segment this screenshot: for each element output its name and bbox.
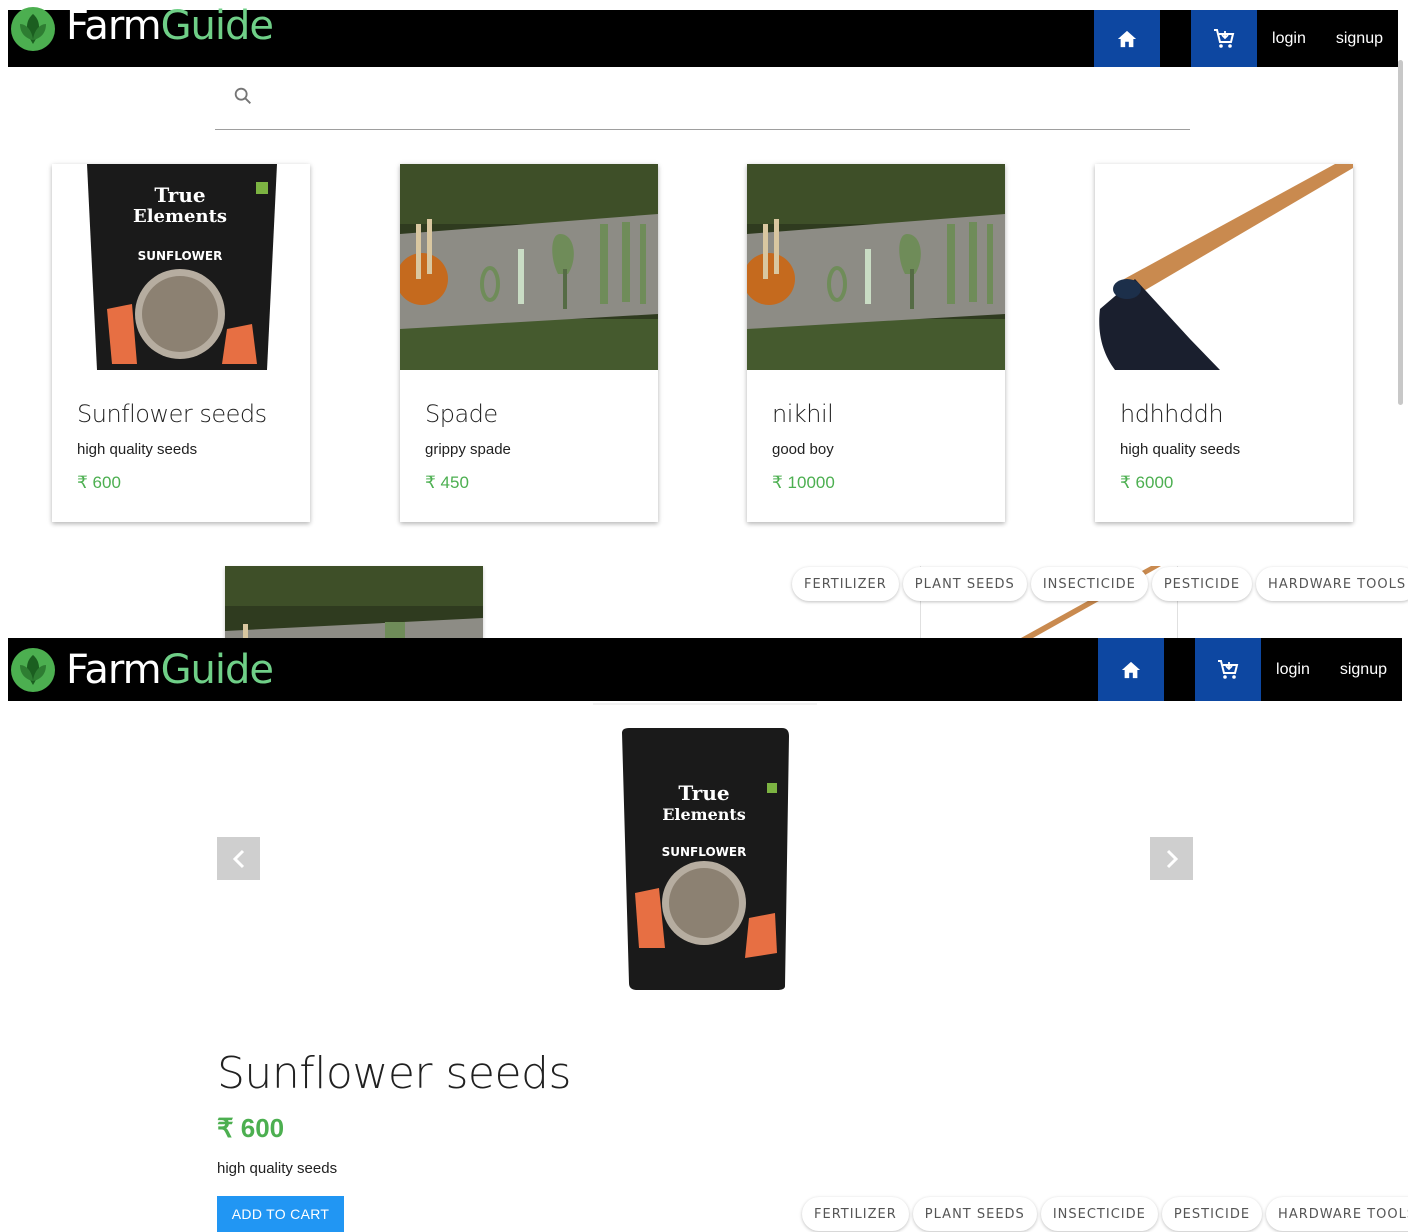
product-card-partial[interactable] xyxy=(225,566,483,638)
search-icon[interactable] xyxy=(232,85,254,107)
product-image[interactable] xyxy=(747,164,1005,370)
chip-insecticide[interactable]: INSECTICIDE xyxy=(1040,1197,1158,1231)
garden-tools-image xyxy=(747,164,1005,370)
search-bar xyxy=(215,80,1190,130)
category-chips: FERTILIZER PLANT SEEDS INSECTICIDE PESTI… xyxy=(802,1197,1408,1231)
nav-right: login signup xyxy=(1098,638,1402,701)
detail-navbar: FarmGuide login signup xyxy=(8,638,1402,701)
nav-right: login signup xyxy=(1094,10,1398,67)
home-button[interactable] xyxy=(1098,638,1165,701)
sunflower-seed-pack-image: True Elements SUNFLOWER xyxy=(52,164,310,370)
product-card[interactable]: hdhhddh high quality seeds ₹ 6000 xyxy=(1095,164,1353,522)
svg-text:SUNFLOWER: SUNFLOWER xyxy=(662,845,747,859)
chip-fertilizer[interactable]: FERTILIZER xyxy=(802,1197,909,1231)
svg-text:True: True xyxy=(678,781,729,805)
garden-tools-image xyxy=(225,566,483,638)
product-description: high quality seeds xyxy=(77,441,198,458)
product-price: ₹ 10000 xyxy=(772,473,835,492)
chip-plant-seeds[interactable]: PLANT SEEDS xyxy=(902,567,1027,601)
product-detail-description: high quality seeds xyxy=(217,1160,338,1177)
chip-hardware-tools[interactable]: HARDWARE TOOLS xyxy=(1256,567,1408,601)
home-button[interactable] xyxy=(1094,10,1161,67)
chip-pesticide[interactable]: PESTICIDE xyxy=(1161,1197,1263,1231)
product-card[interactable]: nikhil good boy ₹ 10000 xyxy=(747,164,1005,522)
product-description: good boy xyxy=(772,441,834,458)
signup-link[interactable]: signup xyxy=(1321,10,1398,67)
brand-name: FarmGuide xyxy=(66,3,274,49)
chip-hardware-tools[interactable]: HARDWARE TOOLS xyxy=(1266,1197,1408,1231)
carousel-indicator xyxy=(593,703,817,705)
product-card[interactable]: True Elements SUNFLOWER Sunflower seeds … xyxy=(52,164,310,522)
top-navbar: FarmGuide login signup xyxy=(8,6,1398,67)
chip-plant-seeds[interactable]: PLANT SEEDS xyxy=(912,1197,1037,1231)
add-to-cart-button[interactable]: ADD TO CART xyxy=(217,1196,344,1232)
svg-text:True: True xyxy=(154,183,205,207)
sunflower-seed-pack-image: True Elements SUNFLOWER xyxy=(622,728,789,990)
brand[interactable]: FarmGuide xyxy=(8,3,274,63)
product-image[interactable] xyxy=(1095,164,1353,370)
image-carousel: True Elements SUNFLOWER xyxy=(217,703,1193,1003)
login-link[interactable]: login xyxy=(1261,638,1325,701)
svg-text:Elements: Elements xyxy=(133,206,227,227)
garden-tools-image xyxy=(400,164,658,370)
product-description: high quality seeds xyxy=(1120,441,1241,458)
chevron-left-icon xyxy=(232,849,244,868)
brand-part-farm: Farm xyxy=(66,646,162,693)
product-detail-price: ₹ 600 xyxy=(217,1113,285,1143)
hoe-tool-image xyxy=(1095,164,1353,370)
chip-fertilizer[interactable]: FERTILIZER xyxy=(792,567,899,601)
home-icon xyxy=(1121,661,1141,678)
leaf-logo-icon xyxy=(11,7,55,51)
product-price: ₹ 450 xyxy=(425,473,469,492)
product-description: grippy spade xyxy=(425,441,511,458)
category-chips: FERTILIZER PLANT SEEDS INSECTICIDE PESTI… xyxy=(792,567,1408,601)
brand-part-guide: Guide xyxy=(160,3,274,49)
brand-name: FarmGuide xyxy=(66,646,274,693)
search-input[interactable] xyxy=(270,84,1170,114)
chip-pesticide[interactable]: PESTICIDE xyxy=(1151,567,1253,601)
product-price: ₹ 600 xyxy=(77,473,121,492)
scrollbar[interactable] xyxy=(1398,60,1403,405)
product-image[interactable] xyxy=(400,164,658,370)
login-link[interactable]: login xyxy=(1257,10,1321,67)
product-image[interactable]: True Elements SUNFLOWER xyxy=(52,164,310,370)
cart-icon xyxy=(1218,659,1239,679)
cart-icon xyxy=(1214,28,1235,48)
product-title: nikhil xyxy=(772,400,834,428)
product-title: Spade xyxy=(425,400,498,428)
carousel-prev-button[interactable] xyxy=(217,837,260,880)
chip-insecticide[interactable]: INSECTICIDE xyxy=(1030,567,1148,601)
brand[interactable]: FarmGuide xyxy=(8,638,274,701)
cart-button[interactable] xyxy=(1191,10,1258,67)
carousel-next-button[interactable] xyxy=(1150,837,1193,880)
product-title: Sunflower seeds xyxy=(77,400,267,428)
brand-part-guide: Guide xyxy=(160,646,274,693)
signup-link[interactable]: signup xyxy=(1325,638,1402,701)
product-price: ₹ 6000 xyxy=(1120,473,1174,492)
product-detail-title: Sunflower seeds xyxy=(217,1048,571,1099)
brand-part-farm: Farm xyxy=(66,3,162,49)
cart-button[interactable] xyxy=(1195,638,1262,701)
home-icon xyxy=(1117,30,1137,47)
svg-text:Elements: Elements xyxy=(662,805,746,824)
product-title: hdhhddh xyxy=(1120,400,1224,428)
product-card[interactable]: Spade grippy spade ₹ 450 xyxy=(400,164,658,522)
leaf-logo-icon xyxy=(11,647,55,692)
svg-text:SUNFLOWER: SUNFLOWER xyxy=(138,249,223,263)
chevron-right-icon xyxy=(1166,849,1178,868)
